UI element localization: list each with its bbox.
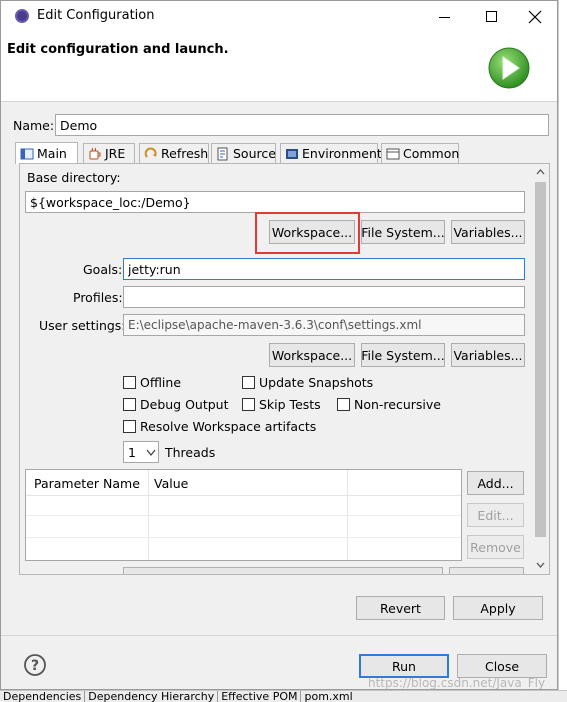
window-title: Edit Configuration — [37, 8, 155, 23]
remove-parameter-button[interactable]: Remove — [467, 535, 524, 559]
run-launch-icon — [488, 47, 530, 89]
non-recursive-label: Non-recursive — [354, 397, 441, 412]
clipped-button-row — [123, 567, 443, 574]
edit-parameter-button[interactable]: Edit... — [467, 503, 524, 527]
base-directory-label: Base directory: — [27, 170, 121, 185]
tab-source[interactable]: Source — [211, 143, 276, 163]
bg-tab-dependencies[interactable]: Dependencies — [0, 691, 86, 702]
resolve-workspace-checkbox[interactable]: Resolve Workspace artifacts — [123, 419, 316, 434]
chevron-down-icon — [146, 449, 156, 457]
resolve-workspace-box[interactable] — [123, 420, 136, 433]
minimize-icon — [439, 17, 450, 18]
offline-checkbox-box[interactable] — [123, 376, 136, 389]
skip-tests-box[interactable] — [242, 398, 255, 411]
offline-checkbox[interactable]: Offline — [123, 375, 181, 390]
tab-common-label: Common — [403, 146, 460, 161]
dialog-banner: Edit configuration and launch. — [1, 32, 557, 102]
tab-main-label: Main — [37, 146, 67, 161]
update-snapshots-checkbox[interactable]: Update Snapshots — [242, 375, 373, 390]
apply-button[interactable]: Apply — [453, 596, 543, 620]
profiles-label: Profiles: — [73, 290, 123, 305]
banner-heading: Edit configuration and launch. — [7, 42, 229, 57]
name-input[interactable] — [55, 114, 549, 136]
svg-text:?: ? — [31, 658, 39, 674]
environment-icon — [286, 148, 298, 159]
non-recursive-checkbox[interactable]: Non-recursive — [337, 397, 441, 412]
column-header-value[interactable]: Value — [154, 476, 188, 491]
scroll-down-icon[interactable] — [532, 557, 549, 573]
skip-tests-checkbox[interactable]: Skip Tests — [242, 397, 321, 412]
user-settings-input[interactable] — [123, 314, 525, 336]
tab-environment-label: Environment — [302, 146, 382, 161]
settings-file-system-button[interactable]: File System... — [361, 343, 445, 367]
user-settings-label: User settings: — [39, 318, 126, 333]
watermark: https://blog.csdn.net/Java_Fly — [368, 676, 546, 690]
skip-tests-label: Skip Tests — [259, 397, 321, 412]
tab-jre-label: JRE — [105, 146, 126, 161]
tab-source-label: Source — [233, 146, 276, 161]
eclipse-app-icon — [15, 9, 29, 23]
file-system-button[interactable]: File System... — [361, 220, 445, 244]
close-button[interactable]: Close — [457, 654, 547, 678]
goals-input[interactable] — [123, 258, 525, 280]
offline-label: Offline — [140, 375, 182, 390]
debug-output-label: Debug Output — [140, 397, 229, 412]
refresh-icon — [144, 147, 157, 158]
tab-refresh[interactable]: Refresh — [139, 143, 209, 163]
help-icon: ? — [24, 654, 46, 676]
tab-jre[interactable]: JRE — [83, 143, 135, 163]
maximize-icon — [486, 11, 497, 22]
base-directory-input[interactable] — [25, 191, 525, 213]
bg-tab-pom-xml[interactable]: pom.xml — [301, 691, 355, 702]
common-icon — [386, 148, 400, 159]
scroll-up-icon[interactable] — [532, 164, 549, 180]
threads-value: 1 — [128, 445, 136, 460]
debug-output-checkbox[interactable]: Debug Output — [123, 397, 229, 412]
edit-configuration-dialog: Edit Configuration Edit configuration an… — [0, 0, 558, 690]
variables-button[interactable]: Variables... — [451, 220, 525, 244]
background-editor-tabs: Dependencies Dependency Hierarchy Effectiv… — [0, 690, 567, 702]
minimize-button[interactable] — [431, 7, 459, 27]
column-header-parameter-name[interactable]: Parameter Name — [34, 476, 140, 491]
bg-tab-effective-pom[interactable]: Effective POM — [218, 691, 302, 702]
close-window-button[interactable] — [521, 7, 549, 27]
workspace-highlight-box — [255, 212, 360, 254]
close-icon — [528, 10, 542, 24]
tab-environment[interactable]: Environment — [280, 143, 382, 163]
add-parameter-button[interactable]: Add... — [467, 471, 524, 495]
parameters-table[interactable]: Parameter Name Value — [25, 469, 462, 561]
vertical-scrollbar[interactable] — [532, 164, 549, 574]
settings-workspace-button[interactable]: Workspace... — [269, 343, 355, 367]
tab-main[interactable]: Main — [15, 142, 78, 164]
table-row[interactable] — [26, 537, 461, 538]
table-row[interactable] — [26, 515, 461, 516]
goals-label: Goals: — [83, 262, 123, 277]
non-recursive-box[interactable] — [337, 398, 350, 411]
help-button[interactable]: ? — [23, 653, 47, 677]
main-tab-icon — [20, 148, 34, 159]
jre-icon — [89, 147, 101, 159]
run-button[interactable]: Run — [359, 654, 449, 678]
tab-refresh-label: Refresh — [161, 146, 209, 161]
name-label: Name: — [13, 118, 55, 133]
profiles-input[interactable] — [123, 286, 525, 308]
maximize-button[interactable] — [477, 7, 505, 27]
source-icon — [217, 147, 228, 160]
clipped-button-row — [449, 567, 524, 574]
table-header: Parameter Name Value — [26, 470, 461, 496]
background-editor-fragment — [558, 0, 567, 690]
title-bar: Edit Configuration — [1, 1, 557, 32]
resolve-workspace-label: Resolve Workspace artifacts — [140, 419, 317, 434]
scrollbar-thumb[interactable] — [535, 182, 546, 537]
debug-output-box[interactable] — [123, 398, 136, 411]
threads-label: Threads — [165, 445, 216, 460]
footer-divider — [1, 635, 557, 636]
update-snapshots-label: Update Snapshots — [259, 375, 374, 390]
update-snapshots-box[interactable] — [242, 376, 255, 389]
bg-tab-dependency-hierarchy[interactable]: Dependency Hierarchy — [85, 691, 219, 702]
threads-select[interactable]: 1 — [123, 441, 159, 463]
tab-common[interactable]: Common — [381, 143, 459, 163]
settings-variables-button[interactable]: Variables... — [451, 343, 525, 367]
revert-button[interactable]: Revert — [356, 596, 445, 620]
